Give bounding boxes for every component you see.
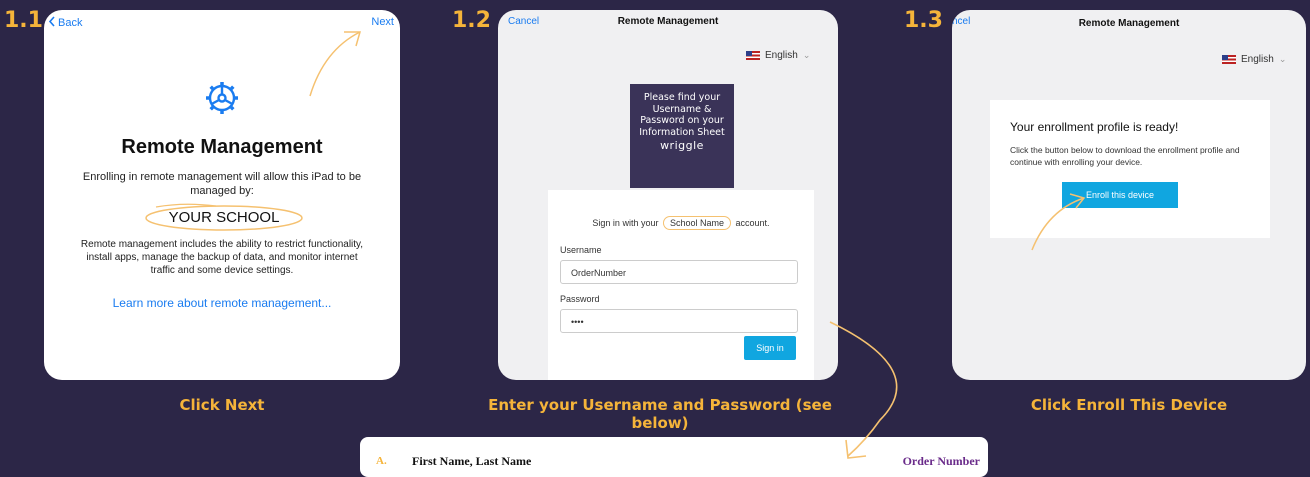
row-order-number: Order Number bbox=[902, 454, 980, 468]
password-input[interactable] bbox=[569, 310, 793, 334]
chevron-left-icon bbox=[48, 16, 56, 30]
information-sheet-note: Please find your Username & Password on … bbox=[630, 84, 734, 188]
enroll-description: Enrolling in remote management will allo… bbox=[82, 171, 362, 197]
enrollment-card: Your enrollment profile is ready! Click … bbox=[990, 100, 1270, 238]
language-selector[interactable]: English ⌄ bbox=[1222, 54, 1286, 65]
language-selector[interactable]: English ⌄ bbox=[746, 50, 810, 61]
password-label: Password bbox=[560, 294, 600, 304]
sign-in-form: Sign in with your School Name account. U… bbox=[548, 190, 814, 380]
step-number-2: 1.2 bbox=[452, 8, 491, 33]
ready-title: Your enrollment profile is ready! bbox=[1010, 120, 1179, 134]
sign-in-message: Sign in with your School Name account. bbox=[548, 216, 814, 230]
language-label: English bbox=[765, 50, 798, 61]
info-text: Please find your Username & Password on … bbox=[639, 92, 725, 138]
step-number-3: 1.3 bbox=[904, 8, 943, 33]
username-field-box bbox=[560, 260, 798, 285]
password-field-box bbox=[560, 309, 798, 334]
wriggle-logo: wriggle bbox=[660, 139, 704, 152]
remote-management-intro-screen: Back Next Remote Management Enrolling in… bbox=[44, 10, 400, 380]
school-name: YOUR SCHOOL bbox=[168, 209, 280, 226]
information-sheet-row: A. First Name, Last Name Order Number bbox=[360, 437, 988, 477]
us-flag-icon bbox=[1222, 55, 1236, 64]
row-letter: A. bbox=[376, 455, 387, 467]
header-title: Remote Management bbox=[1078, 18, 1180, 29]
username-label: Username bbox=[560, 245, 602, 255]
username-input[interactable] bbox=[569, 261, 793, 285]
step-caption-2: Enter your Username and Password (see be… bbox=[488, 396, 832, 432]
sign-in-prefix: Sign in with your bbox=[592, 218, 659, 228]
school-name-highlight: School Name bbox=[662, 216, 732, 230]
chevron-down-icon: ⌄ bbox=[1278, 54, 1287, 64]
step-number-1: 1.1 bbox=[4, 8, 43, 33]
sign-in-screen: Cancel Remote Management English ⌄ Pleas… bbox=[498, 10, 838, 380]
back-button[interactable]: Back bbox=[48, 16, 82, 30]
language-label: English bbox=[1241, 54, 1274, 65]
header-title: Remote Management bbox=[617, 16, 719, 27]
school-name-highlight: YOUR SCHOOL bbox=[144, 203, 304, 233]
sign-in-button[interactable]: Sign in bbox=[744, 336, 796, 360]
step-caption-3: Click Enroll This Device bbox=[1030, 396, 1228, 414]
page-title: Remote Management bbox=[121, 136, 323, 158]
back-label: Back bbox=[58, 17, 83, 29]
step-caption-1: Click Next bbox=[179, 396, 265, 414]
next-button[interactable]: Next bbox=[371, 16, 394, 28]
learn-more-link[interactable]: Learn more about remote management... bbox=[44, 296, 400, 310]
chevron-down-icon: ⌄ bbox=[802, 50, 811, 60]
management-description: Remote management includes the ability t… bbox=[80, 239, 364, 276]
enroll-device-button[interactable]: Enroll this device bbox=[1062, 182, 1178, 208]
sign-in-suffix: account. bbox=[735, 218, 770, 228]
us-flag-icon bbox=[746, 51, 760, 60]
row-name: First Name, Last Name bbox=[412, 454, 532, 468]
enrollment-ready-screen: ncel Remote Management English ⌄ Your en… bbox=[952, 10, 1306, 380]
enrollment-description: Click the button below to download the e… bbox=[1010, 145, 1240, 167]
gear-icon bbox=[202, 78, 242, 118]
